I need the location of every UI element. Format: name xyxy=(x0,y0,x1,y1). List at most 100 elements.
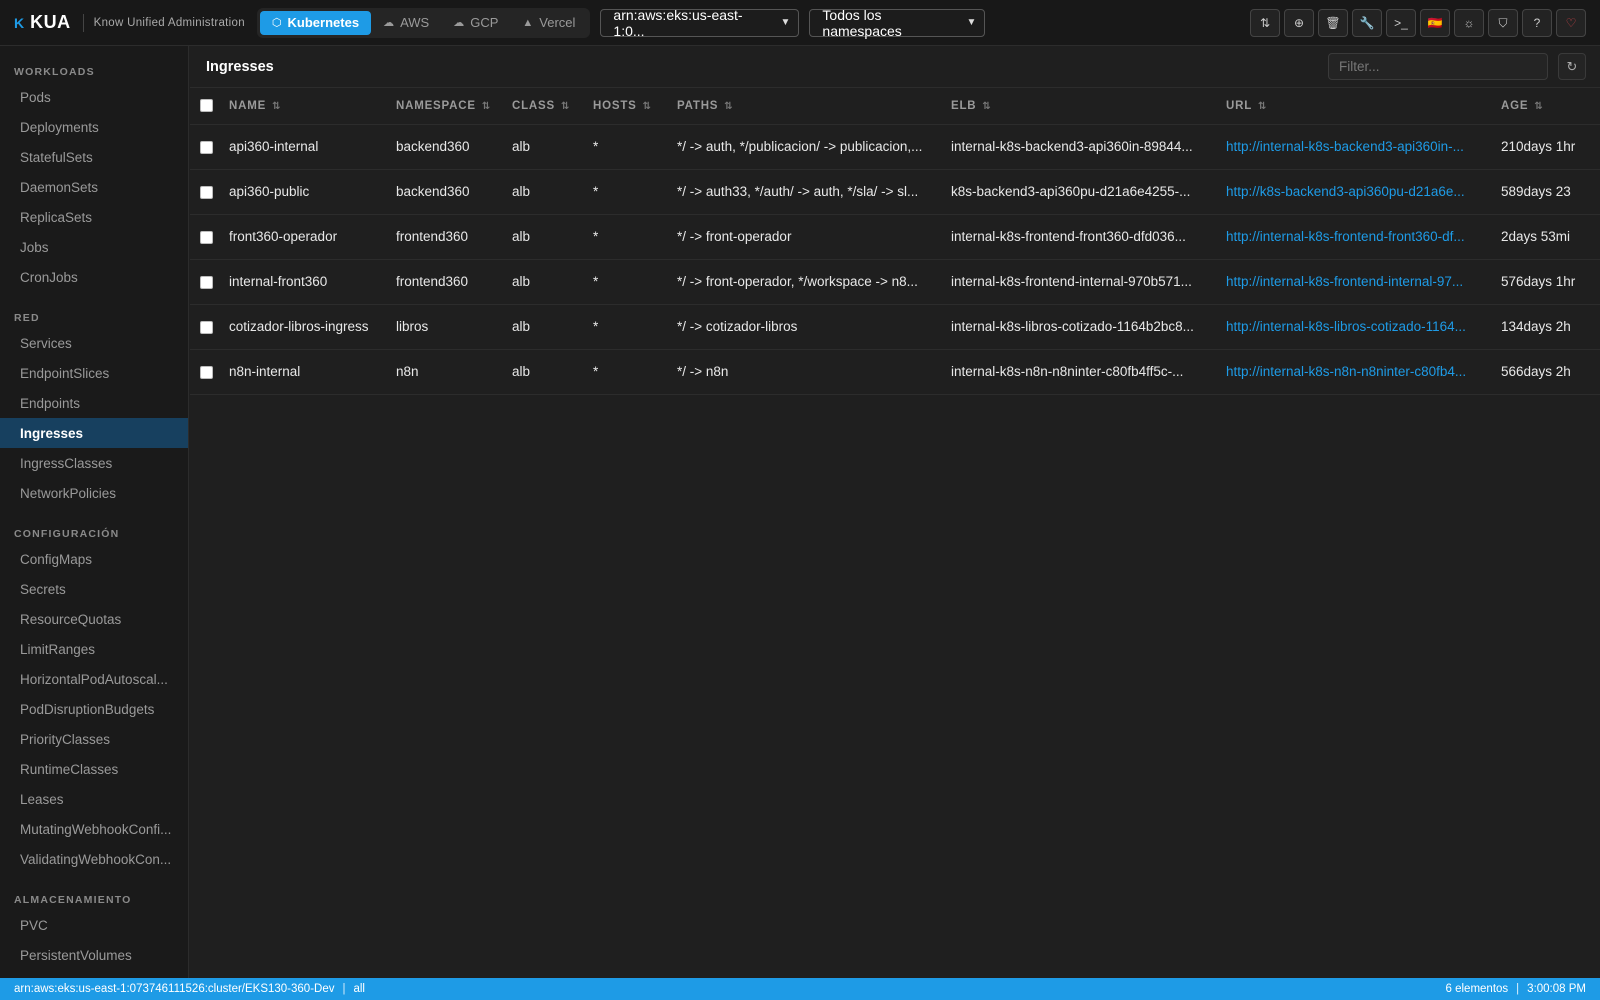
cell-url[interactable]: http://internal-k8s-n8n-n8ninter-c80fb4.… xyxy=(1226,349,1501,395)
namespace-select-value: Todos los namespaces xyxy=(822,6,902,39)
row-checkbox[interactable] xyxy=(200,140,213,154)
cell-paths: */ -> auth, */publicacion/ -> publicacio… xyxy=(677,124,951,170)
column-header-age[interactable]: AGE ⇅ xyxy=(1501,88,1600,125)
main-header: Ingresses ↻ xyxy=(190,46,1600,88)
tab-gcp[interactable]: ☁ GCP xyxy=(441,11,510,35)
create-resource-button[interactable]: ⊕ xyxy=(1284,9,1314,37)
cell-url[interactable]: http://internal-k8s-frontend-internal-97… xyxy=(1226,259,1501,305)
row-checkbox[interactable] xyxy=(200,365,213,379)
select-all-checkbox[interactable] xyxy=(200,99,213,113)
cell-hosts: * xyxy=(593,214,677,260)
namespace-select[interactable]: Todos los namespaces ▼ xyxy=(809,6,986,39)
sidebar-item-resourcequotas[interactable]: ResourceQuotas xyxy=(0,604,188,634)
theme-button[interactable]: ☼ xyxy=(1454,9,1484,37)
table-row[interactable]: n8n-internal n8n alb * */ -> n8n internal-k8s… xyxy=(190,349,1600,395)
cell-url[interactable]: http://internal-k8s-backend3-api360in-..… xyxy=(1226,124,1501,170)
sort-icon: ⇅ xyxy=(724,100,733,112)
sidebar-item-persistentvolumes[interactable]: PersistentVolumes xyxy=(0,940,188,970)
row-checkbox[interactable] xyxy=(200,230,213,244)
sidebar-item-ingresses[interactable]: Ingresses xyxy=(0,418,188,448)
cell-class: alb xyxy=(512,169,593,215)
sidebar-item-leases[interactable]: Leases xyxy=(0,784,188,814)
table-body: api360-internal backend360 alb * */ -> auth,… xyxy=(190,124,1600,395)
table-row[interactable]: cotizador-libros-ingress libros alb * */ -> … xyxy=(190,304,1600,350)
sidebar-item-storageclasses[interactable]: StorageClasses xyxy=(0,970,188,979)
row-checkbox[interactable] xyxy=(200,275,213,289)
security-button[interactable]: ⛉ xyxy=(1488,9,1518,37)
sidebar-item-jobs[interactable]: Jobs xyxy=(0,232,188,262)
sidebar-item-limitranges[interactable]: LimitRanges xyxy=(0,634,188,664)
cell-class: alb xyxy=(512,259,593,305)
cluster-select[interactable]: arn:aws:eks:us-east-1:0... ▼ xyxy=(600,7,800,39)
sidebar-item-replicasets[interactable]: ReplicaSets xyxy=(0,202,188,232)
sidebar-item-runtimeclasses[interactable]: RuntimeClasses xyxy=(0,754,188,784)
sidebar-item-horizontalpodautoscal[interactable]: HorizontalPodAutoscal... xyxy=(0,664,188,694)
sun-icon: ☼ xyxy=(1463,16,1475,30)
column-header-hosts[interactable]: HOSTS ⇅ xyxy=(593,88,677,125)
cell-age: 576days 1hr xyxy=(1501,259,1600,305)
delete-button[interactable]: 🗑 xyxy=(1318,9,1348,37)
table-row[interactable]: front360-operador frontend360 alb * */ -> fr… xyxy=(190,214,1600,260)
sidebar-item-endpoints[interactable]: Endpoints xyxy=(0,388,188,418)
port-forward-button[interactable]: ⇅ xyxy=(1250,9,1280,37)
cell-hosts: * xyxy=(593,259,677,305)
help-button[interactable]: ? xyxy=(1522,9,1552,37)
row-select-cell xyxy=(190,259,229,305)
cell-name[interactable]: api360-internal xyxy=(229,124,396,170)
sidebar-item-deployments[interactable]: Deployments xyxy=(0,112,188,142)
sidebar-item-endpointslices[interactable]: EndpointSlices xyxy=(0,358,188,388)
cell-name[interactable]: front360-operador xyxy=(229,214,396,260)
sidebar-item-mutatingwebhookconfi[interactable]: MutatingWebhookConfi... xyxy=(0,814,188,844)
column-header-elb[interactable]: ELB ⇅ xyxy=(951,88,1226,125)
sidebar-item-pods[interactable]: Pods xyxy=(0,82,188,112)
sidebar-item-validatingwebhookcon[interactable]: ValidatingWebhookCon... xyxy=(0,844,188,874)
sidebar-item-pvc[interactable]: PVC xyxy=(0,910,188,940)
sidebar-item-configmaps[interactable]: ConfigMaps xyxy=(0,544,188,574)
row-checkbox[interactable] xyxy=(200,185,213,199)
sidebar-item-priorityclasses[interactable]: PriorityClasses xyxy=(0,724,188,754)
column-header-namespace[interactable]: NAMESPACE ⇅ xyxy=(396,88,512,125)
sidebar-item-daemonsets[interactable]: DaemonSets xyxy=(0,172,188,202)
favorite-button[interactable]: ♡ xyxy=(1556,9,1586,37)
sidebar-item-statefulsets[interactable]: StatefulSets xyxy=(0,142,188,172)
sidebar-item-networkpolicies[interactable]: NetworkPolicies xyxy=(0,478,188,508)
filter-input[interactable] xyxy=(1328,53,1548,80)
sidebar-section-title: CONFIGURACIÓN xyxy=(14,528,120,540)
tab-vercel[interactable]: ▲ Vercel xyxy=(510,11,587,35)
chevron-down-icon: ▼ xyxy=(780,17,791,28)
column-header-label: NAMESPACE xyxy=(396,99,476,112)
column-header-url[interactable]: URL ⇅ xyxy=(1226,88,1501,125)
language-button[interactable]: 🇪🇸 xyxy=(1420,9,1450,37)
tab-aws[interactable]: ☁ AWS xyxy=(371,11,441,35)
column-header-paths[interactable]: PATHS ⇅ xyxy=(677,88,951,125)
sidebar-item-services[interactable]: Services xyxy=(0,328,188,358)
cell-url[interactable]: http://k8s-backend3-api360pu-d21a6e... xyxy=(1226,169,1501,215)
cell-name[interactable]: cotizador-libros-ingress xyxy=(229,304,396,350)
column-header-name[interactable]: NAME ⇅ xyxy=(229,88,396,125)
cell-name[interactable]: n8n-internal xyxy=(229,349,396,395)
table-row[interactable]: api360-internal backend360 alb * */ -> auth,… xyxy=(190,124,1600,170)
sidebar-item-cronjobs[interactable]: CronJobs xyxy=(0,262,188,292)
refresh-button[interactable]: ↻ xyxy=(1558,53,1586,80)
table-row[interactable]: internal-front360 frontend360 alb * */ -> fr… xyxy=(190,259,1600,305)
column-header-label: NAME xyxy=(229,99,267,112)
sidebar-item-secrets[interactable]: Secrets xyxy=(0,574,188,604)
cell-name[interactable]: internal-front360 xyxy=(229,259,396,305)
sidebar-item-poddisruptionbudgets[interactable]: PodDisruptionBudgets xyxy=(0,694,188,724)
arrows-updown-icon: ⇅ xyxy=(1259,16,1271,30)
table-row[interactable]: api360-public backend360 alb * */ -> auth33,… xyxy=(190,169,1600,215)
terminal-button[interactable]: >_ xyxy=(1386,9,1416,37)
column-header-class[interactable]: CLASS ⇅ xyxy=(512,88,593,125)
row-checkbox[interactable] xyxy=(200,320,213,334)
tab-kubernetes[interactable]: ⬡ Kubernetes xyxy=(259,10,372,35)
toolbar: ⇅ ⊕ 🗑 🔧 >_ 🇪🇸 ☼ ⛉? ♡ xyxy=(1250,9,1586,37)
settings-button[interactable]: 🔧 xyxy=(1352,9,1382,37)
status-cluster: arn:aws:eks:us-east-1:073746111526:clust… xyxy=(14,983,335,995)
row-select-cell xyxy=(190,124,229,170)
trash-icon: 🗑 xyxy=(1325,16,1341,30)
column-header-label: PATHS xyxy=(677,99,719,112)
cell-url[interactable]: http://internal-k8s-libros-cotizado-1164… xyxy=(1226,304,1501,350)
sidebar-item-ingressclasses[interactable]: IngressClasses xyxy=(0,448,188,478)
cell-name[interactable]: api360-public xyxy=(229,169,396,215)
cell-url[interactable]: http://internal-k8s-frontend-front360-df… xyxy=(1226,214,1501,260)
